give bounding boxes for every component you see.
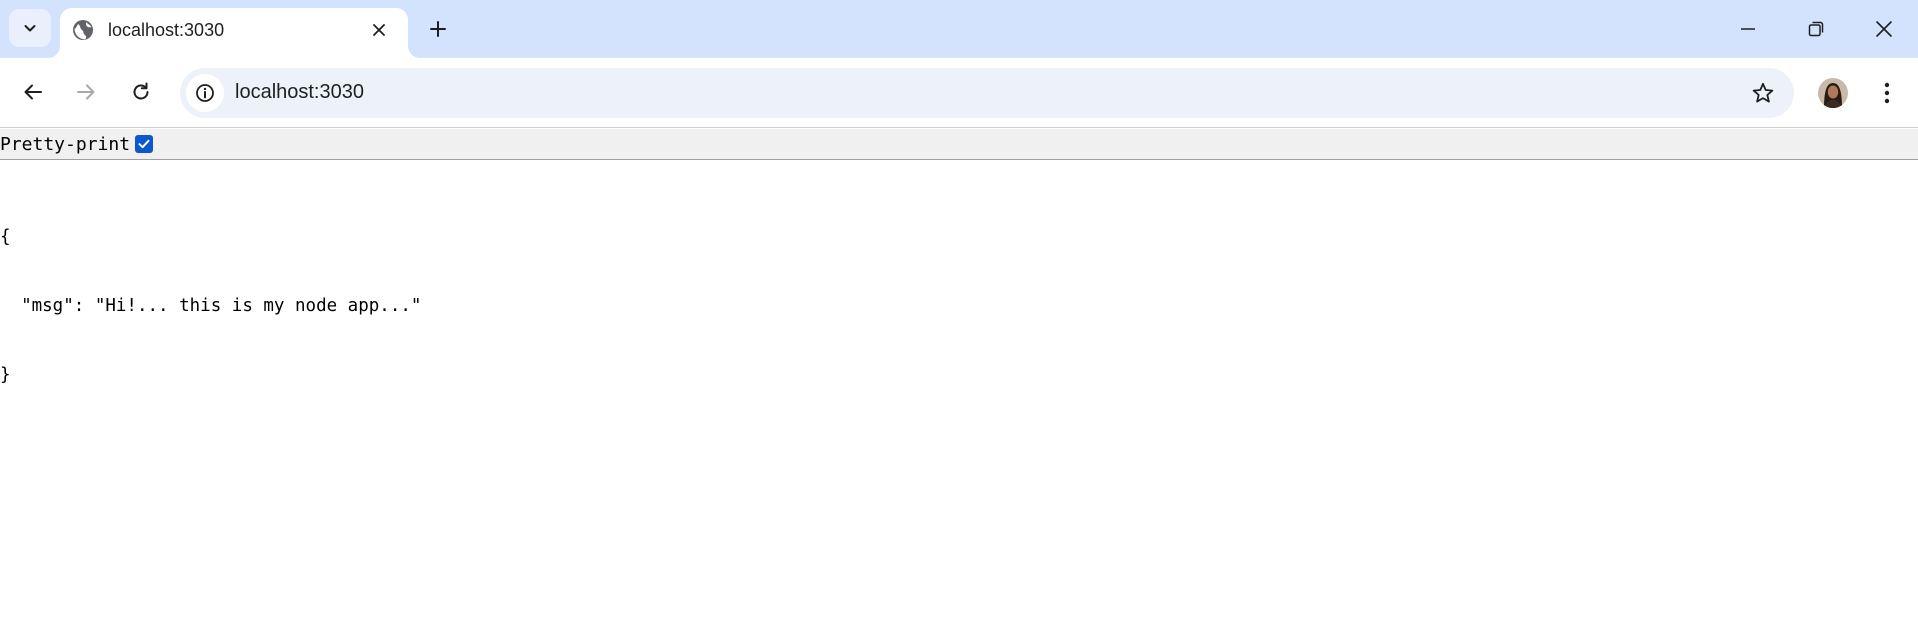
address-bar[interactable]: localhost:3030 (180, 68, 1794, 118)
close-icon (1876, 21, 1892, 37)
back-button[interactable] (14, 73, 52, 111)
minimize-button[interactable] (1716, 0, 1780, 58)
window-close-button[interactable] (1852, 0, 1916, 58)
pretty-print-bar: Pretty-print (0, 129, 1918, 160)
json-viewer: { "msg": "Hi!... this is my node app..."… (0, 180, 421, 410)
close-icon (373, 24, 385, 36)
tab-title: localhost:3030 (108, 20, 225, 40)
restore-button[interactable] (1784, 0, 1848, 58)
reload-button[interactable] (122, 73, 160, 111)
forward-button[interactable] (67, 73, 105, 111)
site-info-button[interactable] (186, 74, 224, 112)
reload-icon (133, 82, 149, 100)
url-text[interactable]: localhost:3030 (235, 81, 364, 104)
json-line: "msg": "Hi!... this is my node app..." (0, 296, 422, 316)
info-icon (196, 84, 214, 102)
profile-avatar[interactable] (1818, 78, 1848, 108)
json-line: } (0, 365, 11, 385)
new-tab-button[interactable] (422, 13, 454, 45)
pretty-print-checkbox[interactable] (135, 135, 153, 153)
star-icon (1752, 82, 1774, 103)
globe-icon (73, 20, 93, 40)
more-vertical-icon (1884, 82, 1890, 104)
checkmark-icon (138, 139, 150, 149)
arrow-right-icon (77, 84, 95, 100)
tab-search-button[interactable] (9, 9, 51, 47)
tab-strip: localhost:3030 (0, 0, 1918, 58)
pretty-print-label: Pretty-print (0, 134, 131, 155)
plus-icon (430, 21, 446, 37)
bookmark-button[interactable] (1746, 76, 1780, 110)
avatar-image (1818, 78, 1848, 108)
arrow-left-icon (24, 84, 42, 100)
browser-tab[interactable]: localhost:3030 (60, 8, 408, 58)
toolbar: localhost:3030 (0, 58, 1918, 128)
minimize-icon (1741, 28, 1755, 30)
json-line: { (0, 227, 11, 247)
tab-close-button[interactable] (366, 17, 392, 43)
chevron-down-icon (24, 25, 36, 32)
restore-icon (1808, 21, 1824, 37)
browser-menu-button[interactable] (1872, 78, 1902, 108)
